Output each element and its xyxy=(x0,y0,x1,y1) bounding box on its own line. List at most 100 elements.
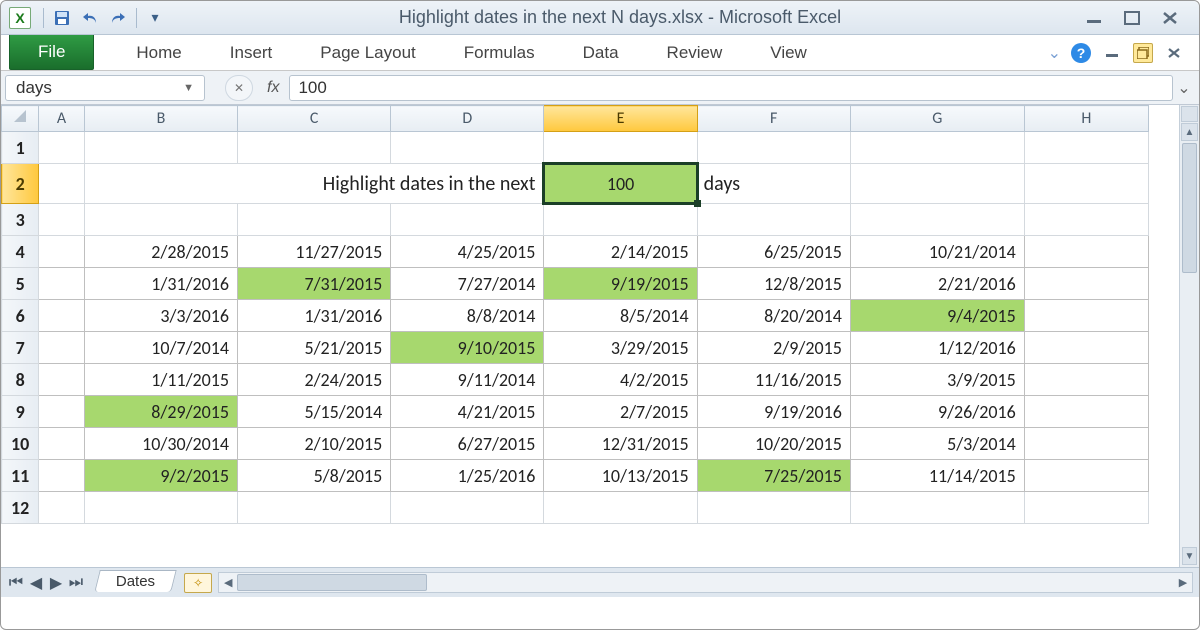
row-header[interactable]: 5 xyxy=(2,268,39,300)
sheet-nav-last-icon[interactable]: ⏭ xyxy=(67,574,85,592)
scroll-left-icon[interactable]: ◀ xyxy=(219,576,237,589)
tab-view[interactable]: View xyxy=(746,35,831,70)
cell[interactable]: 4/25/2015 xyxy=(391,236,544,268)
sheet-nav-next-icon[interactable]: ▶ xyxy=(47,574,65,592)
close-icon[interactable] xyxy=(1159,9,1181,27)
row-header[interactable]: 3 xyxy=(2,204,39,236)
cell[interactable]: 2/7/2015 xyxy=(544,396,697,428)
tab-insert[interactable]: Insert xyxy=(206,35,297,70)
tab-review[interactable]: Review xyxy=(643,35,747,70)
qat-customize-icon[interactable]: ▾ xyxy=(143,7,167,29)
cell[interactable]: 11/27/2015 xyxy=(238,236,391,268)
cell[interactable]: 9/19/2016 xyxy=(697,396,850,428)
cell[interactable]: 1/25/2016 xyxy=(391,460,544,492)
scroll-thumb[interactable] xyxy=(237,574,427,591)
cell[interactable]: 4/2/2015 xyxy=(544,364,697,396)
row-header[interactable]: 9 xyxy=(2,396,39,428)
cell[interactable]: 1/12/2016 xyxy=(850,332,1024,364)
cell[interactable]: 10/7/2014 xyxy=(84,332,237,364)
minimize-icon[interactable] xyxy=(1083,9,1105,27)
cell[interactable]: 8/5/2014 xyxy=(544,300,697,332)
cell[interactable]: 1/11/2015 xyxy=(84,364,237,396)
row-header[interactable]: 7 xyxy=(2,332,39,364)
vertical-scrollbar[interactable]: ▲ ▼ xyxy=(1179,105,1199,567)
col-header-G[interactable]: G xyxy=(850,106,1024,132)
cell[interactable]: 2/24/2015 xyxy=(238,364,391,396)
save-icon[interactable] xyxy=(50,7,74,29)
cell[interactable]: 2/10/2015 xyxy=(238,428,391,460)
cell[interactable]: 1/31/2016 xyxy=(238,300,391,332)
col-header-B[interactable]: B xyxy=(84,106,237,132)
col-header-C[interactable]: C xyxy=(238,106,391,132)
name-box-dropdown-icon[interactable]: ▼ xyxy=(183,82,194,94)
row-header[interactable]: 12 xyxy=(2,492,39,524)
cell-E2-selected[interactable]: 100 xyxy=(544,164,697,204)
row-header[interactable]: 6 xyxy=(2,300,39,332)
cancel-formula-icon[interactable]: ✕ xyxy=(225,75,253,101)
cell[interactable]: 11/16/2015 xyxy=(697,364,850,396)
cell[interactable]: 5/21/2015 xyxy=(238,332,391,364)
col-header-D[interactable]: D xyxy=(391,106,544,132)
tab-formulas[interactable]: Formulas xyxy=(440,35,559,70)
scroll-thumb[interactable] xyxy=(1182,143,1197,273)
row-header[interactable]: 4 xyxy=(2,236,39,268)
row-header[interactable]: 1 xyxy=(2,132,39,164)
cell[interactable]: 10/30/2014 xyxy=(84,428,237,460)
help-icon[interactable]: ? xyxy=(1071,43,1091,63)
row-header[interactable]: 2 xyxy=(2,164,39,204)
cell[interactable]: 9/26/2016 xyxy=(850,396,1024,428)
cell[interactable]: 3/3/2016 xyxy=(84,300,237,332)
expand-formula-bar-icon[interactable]: ⌄ xyxy=(1173,78,1195,98)
cell[interactable]: 7/31/2015 xyxy=(238,268,391,300)
insert-function-icon[interactable]: fx xyxy=(267,79,279,97)
col-header-F[interactable]: F xyxy=(697,106,850,132)
label-highlight-prefix[interactable]: Highlight dates in the next xyxy=(84,164,544,204)
row-header[interactable]: 11 xyxy=(2,460,39,492)
label-days[interactable]: days xyxy=(697,164,850,204)
cell[interactable]: 9/10/2015 xyxy=(391,332,544,364)
maximize-icon[interactable] xyxy=(1121,9,1143,27)
cell[interactable]: 5/15/2014 xyxy=(238,396,391,428)
name-box[interactable]: days ▼ xyxy=(5,75,205,101)
cell[interactable]: 10/21/2014 xyxy=(850,236,1024,268)
cell[interactable]: 6/27/2015 xyxy=(391,428,544,460)
cell[interactable]: 3/29/2015 xyxy=(544,332,697,364)
cell[interactable]: 4/21/2015 xyxy=(391,396,544,428)
new-sheet-icon[interactable]: ✧ xyxy=(184,573,212,593)
cell[interactable]: 9/2/2015 xyxy=(84,460,237,492)
col-header-H[interactable]: H xyxy=(1024,106,1148,132)
cell[interactable]: 6/25/2015 xyxy=(697,236,850,268)
cell[interactable]: 9/4/2015 xyxy=(850,300,1024,332)
cell[interactable]: 7/27/2014 xyxy=(391,268,544,300)
scroll-right-icon[interactable]: ▶ xyxy=(1174,576,1192,589)
cell[interactable]: 2/9/2015 xyxy=(697,332,850,364)
tab-data[interactable]: Data xyxy=(559,35,643,70)
cell[interactable]: 2/21/2016 xyxy=(850,268,1024,300)
formula-input[interactable]: 100 xyxy=(289,75,1173,101)
excel-app-icon[interactable]: X xyxy=(9,7,31,29)
cell[interactable]: 9/11/2014 xyxy=(391,364,544,396)
workbook-minimize-icon[interactable] xyxy=(1101,44,1123,62)
cell[interactable]: 11/14/2015 xyxy=(850,460,1024,492)
cell[interactable]: 10/13/2015 xyxy=(544,460,697,492)
sheet-nav-first-icon[interactable]: ⏮ xyxy=(7,574,25,592)
cell[interactable]: 8/8/2014 xyxy=(391,300,544,332)
workbook-close-icon[interactable] xyxy=(1163,44,1185,62)
spreadsheet-grid[interactable]: A B C D E F G H 1 2 Highligh xyxy=(1,105,1149,524)
cell[interactable]: 2/28/2015 xyxy=(84,236,237,268)
cell[interactable]: 12/8/2015 xyxy=(697,268,850,300)
ribbon-chevron-icon[interactable]: ⌄ xyxy=(1048,43,1061,63)
cell[interactable]: 1/31/2016 xyxy=(84,268,237,300)
cell[interactable]: 12/31/2015 xyxy=(544,428,697,460)
cell[interactable]: 3/9/2015 xyxy=(850,364,1024,396)
file-tab[interactable]: File xyxy=(9,35,94,70)
scroll-down-icon[interactable]: ▼ xyxy=(1182,547,1197,565)
select-all-corner[interactable] xyxy=(2,106,39,132)
cell[interactable]: 2/14/2015 xyxy=(544,236,697,268)
tab-page-layout[interactable]: Page Layout xyxy=(296,35,439,70)
cell[interactable]: 8/29/2015 xyxy=(84,396,237,428)
cell[interactable]: 9/19/2015 xyxy=(544,268,697,300)
redo-icon[interactable] xyxy=(106,7,130,29)
col-header-E[interactable]: E xyxy=(544,106,697,132)
tab-home[interactable]: Home xyxy=(112,35,205,70)
